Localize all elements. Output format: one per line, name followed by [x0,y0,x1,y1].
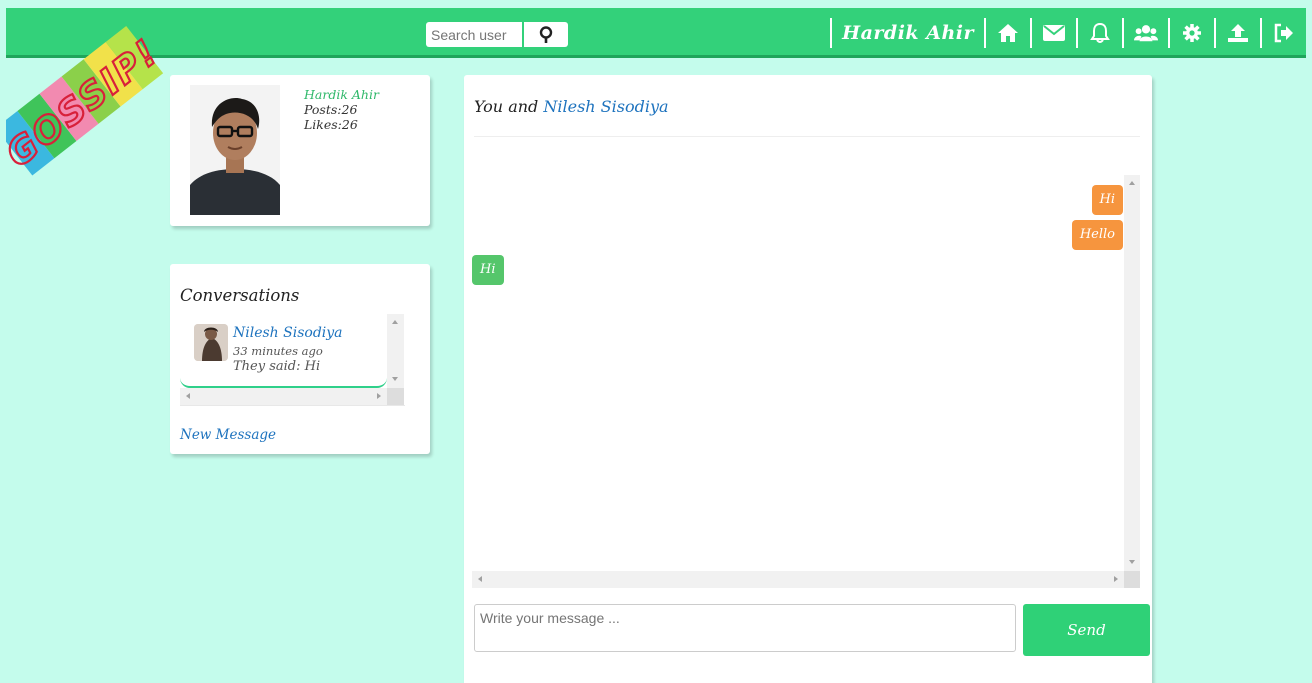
conversations-title: Conversations [180,286,300,305]
new-message-link[interactable]: New Message [180,427,276,443]
upload-icon[interactable] [1226,21,1250,45]
chat-panel: You and Nilesh Sisodiya Hi Hello Hi Send [464,75,1152,683]
profile-info: Hardik Ahir Posts:26 Likes:26 [304,87,379,132]
nav-divider [1260,18,1262,48]
profile-name[interactable]: Hardik Ahir [304,87,379,102]
search-box [426,22,568,47]
nav-divider [1122,18,1124,48]
nav-username[interactable]: Hardik Ahir [842,22,974,44]
search-button[interactable] [524,22,568,47]
scroll-up-arrow[interactable] [392,320,398,324]
send-button[interactable]: Send [1023,604,1150,656]
users-icon[interactable] [1134,21,1158,45]
chat-vertical-scrollbar[interactable] [1124,175,1140,571]
conversation-time: 33 minutes ago [233,344,323,358]
search-user-input[interactable] [428,23,522,46]
message-bubble-received: Hi [472,255,504,285]
conversations-list[interactable]: Nilesh Sisodiya 33 minutes ago They said… [180,314,405,406]
chat-partner-name[interactable]: Nilesh Sisodiya [543,97,668,116]
search-icon [539,25,553,43]
scroll-right-arrow[interactable] [1114,576,1118,582]
chat-horizontal-scrollbar[interactable] [472,571,1124,588]
profile-likes: Likes:26 [304,117,358,132]
message-input[interactable] [474,604,1016,652]
conversation-last-message: They said: Hi [233,359,321,374]
app-frame: Hardik Ahir [0,8,1306,683]
scrollbar-corner [387,388,404,405]
top-navbar: Hardik Ahir [6,8,1306,58]
chat-header-divider [474,136,1140,137]
scroll-left-arrow[interactable] [478,576,482,582]
chat-header: You and Nilesh Sisodiya [474,97,669,116]
profile-posts: Posts:26 [304,102,358,117]
message-bubble-sent: Hi [1091,185,1123,215]
scroll-down-arrow[interactable] [1129,560,1135,564]
bell-icon[interactable] [1088,21,1112,45]
conversation-item[interactable]: Nilesh Sisodiya 33 minutes ago They said… [180,314,387,388]
mail-icon[interactable] [1042,21,1066,45]
logout-icon[interactable] [1272,21,1296,45]
gear-icon[interactable] [1180,21,1204,45]
conversation-name[interactable]: Nilesh Sisodiya [233,325,343,341]
gossip-logo[interactable]: GOSSIP! [0,8,176,188]
nav-divider [1076,18,1078,48]
nav-divider [1030,18,1032,48]
scroll-left-arrow[interactable] [186,393,190,399]
conversations-vertical-scrollbar[interactable] [387,314,404,388]
nav-divider [1168,18,1170,48]
nav-divider [830,18,833,48]
conversations-card: Conversations Nilesh Sisodiya 33 minutes… [170,264,430,454]
chat-messages[interactable]: Hi Hello Hi [472,175,1140,588]
conversations-horizontal-scrollbar[interactable] [180,388,387,405]
scrollbar-corner [1124,571,1140,588]
nav-divider [1214,18,1216,48]
nav-bar: Hardik Ahir [820,15,1296,51]
scroll-up-arrow[interactable] [1129,181,1135,185]
scroll-right-arrow[interactable] [377,393,381,399]
nav-divider [984,18,986,48]
conversation-avatar [194,324,228,361]
profile-card: Hardik Ahir Posts:26 Likes:26 [170,75,430,226]
home-icon[interactable] [996,21,1020,45]
profile-photo[interactable] [190,85,280,215]
message-bubble-sent: Hello [1071,220,1123,250]
scroll-down-arrow[interactable] [392,377,398,381]
chat-header-prefix: You and [474,97,539,116]
